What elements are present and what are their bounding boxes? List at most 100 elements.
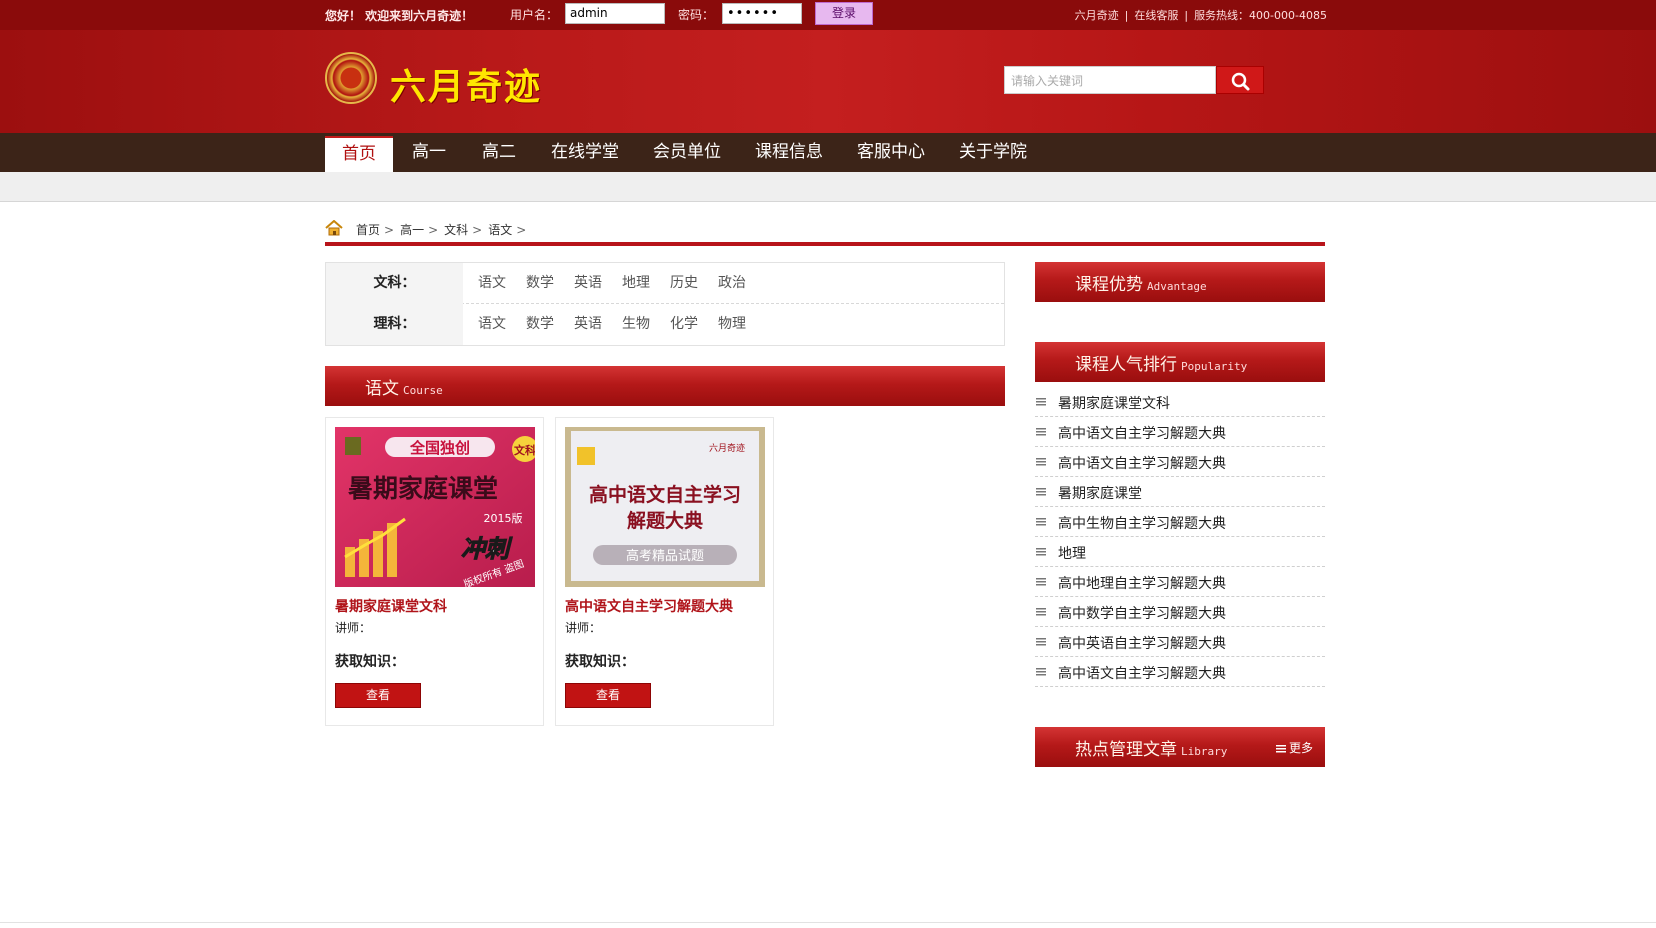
list-item[interactable]: 高中语文自主学习解题大典 (1035, 657, 1325, 687)
filter-option[interactable]: 语文 (478, 304, 506, 345)
breadcrumb-item[interactable]: 高一 (400, 223, 424, 237)
list-item[interactable]: 暑期家庭课堂文科 (1035, 387, 1325, 417)
filter-option[interactable]: 物理 (718, 304, 746, 345)
breadcrumb-item[interactable]: 文科 (444, 223, 468, 237)
login-button[interactable]: 登录 (815, 2, 873, 25)
breadcrumb-arrow: > (516, 223, 527, 237)
filter-option[interactable]: 语文 (478, 263, 506, 304)
list-item-label: 高中英语自主学习解题大典 (1058, 636, 1226, 652)
list-item[interactable]: 高中地理自主学习解题大典 (1035, 567, 1325, 597)
filter-option[interactable]: 数学 (526, 263, 554, 304)
nav-item-about[interactable]: 关于学院 (953, 136, 1033, 172)
filter-row-arts: 文科： 语文 数学 英语 地理 历史 政治 (326, 263, 1004, 304)
list-item-label: 地理 (1058, 546, 1086, 562)
list-icon (1036, 578, 1046, 586)
list-item[interactable]: 高中英语自主学习解题大典 (1035, 627, 1325, 657)
home-icon[interactable] (325, 220, 343, 236)
course-knowledge-label: 获取知识： (335, 654, 405, 670)
cover-top-text: 全国独创 (409, 439, 470, 457)
list-item-label: 高中语文自主学习解题大典 (1058, 456, 1226, 472)
separator: | (1124, 9, 1129, 22)
cover-brand-text: 六月奇迹 (709, 442, 745, 454)
advantage-title-cn: 课程优势 (1075, 275, 1143, 295)
filter-option[interactable]: 化学 (670, 304, 698, 345)
nav-item-home[interactable]: 首页 (325, 136, 393, 172)
library-title-en: Library (1181, 745, 1228, 758)
search-button[interactable] (1216, 66, 1264, 94)
course-cover-image[interactable]: 全国独创 文科 暑期家庭课堂 2015版 冲刺 版权所有 盗图 (335, 427, 535, 587)
password-label: 密码： (678, 8, 715, 22)
cover-main2-text: 解题大典 (627, 509, 703, 532)
breadcrumb-item[interactable]: 首页 (356, 223, 380, 237)
footer-divider (0, 922, 1656, 923)
course-section-header: 语文 Course (325, 366, 1005, 406)
list-icon (1036, 398, 1046, 406)
view-button[interactable]: 查看 (565, 683, 651, 708)
list-item[interactable]: 地理 (1035, 537, 1325, 567)
course-cover-image[interactable]: 六月奇迹 高中语文自主学习 解题大典 高考精品试题 (565, 427, 765, 587)
view-button[interactable]: 查看 (335, 683, 421, 708)
filter-option[interactable]: 英语 (574, 304, 602, 345)
cover-main-text: 暑期家庭课堂 (348, 474, 498, 503)
filter-option[interactable]: 政治 (718, 263, 746, 304)
nav-item-courses[interactable]: 课程信息 (749, 136, 829, 172)
course-title[interactable]: 高中语文自主学习解题大典 (565, 596, 733, 616)
cover-main1-text: 高中语文自主学习 (589, 483, 741, 506)
search-input[interactable]: 请输入关键词 (1004, 66, 1216, 94)
breadcrumb-items: 首页 > 高一 > 文科 > 语文 > (356, 221, 532, 238)
popularity-title: 课程人气排行 Popularity (1075, 350, 1247, 375)
list-item[interactable]: 暑期家庭课堂 (1035, 477, 1325, 507)
more-link[interactable]: 更多 (1275, 739, 1313, 756)
username-input[interactable]: admin (565, 3, 665, 24)
breadcrumb-item[interactable]: 语文 (488, 223, 512, 237)
course-knowledge-label: 获取知识： (565, 654, 635, 670)
course-card: 六月奇迹 高中语文自主学习 解题大典 高考精品试题 高中语文自主学习解题大典 讲… (555, 417, 774, 726)
popularity-header: 课程人气排行 Popularity (1035, 342, 1325, 382)
nav-item-grade2[interactable]: 高二 (470, 136, 528, 172)
list-icon (1036, 668, 1046, 676)
breadcrumb-arrow: > (428, 223, 439, 237)
list-item-label: 高中生物自主学习解题大典 (1058, 516, 1226, 532)
advantage-header: 课程优势 Advantage (1035, 262, 1325, 302)
course-teacher: 讲师： (565, 621, 602, 635)
list-item-label: 高中数学自主学习解题大典 (1058, 606, 1226, 622)
filter-option[interactable]: 生物 (622, 304, 650, 345)
library-title-cn: 热点管理文章 (1075, 740, 1177, 760)
course-title[interactable]: 暑期家庭课堂文科 (335, 596, 447, 616)
filter-head-science: 理科： (326, 304, 463, 345)
logo-text[interactable]: 六月奇迹 (390, 58, 542, 110)
password-input[interactable]: •••••• (722, 3, 802, 24)
nav-item-service[interactable]: 客服中心 (851, 136, 931, 172)
seal-logo-icon[interactable] (325, 52, 377, 104)
filter-row-science: 理科： 语文 数学 英语 生物 化学 物理 (326, 304, 1004, 345)
section-title: 语文 Course (365, 374, 443, 399)
list-item[interactable]: 高中语文自主学习解题大典 (1035, 417, 1325, 447)
list-item[interactable]: 高中生物自主学习解题大典 (1035, 507, 1325, 537)
nav-item-members[interactable]: 会员单位 (647, 136, 727, 172)
list-icon (1036, 458, 1046, 466)
nav-item-grade1[interactable]: 高一 (400, 136, 458, 172)
top-link-home[interactable]: 六月奇迹 (1075, 9, 1119, 22)
filter-option[interactable]: 英语 (574, 263, 602, 304)
list-icon (1036, 518, 1046, 526)
cover-year-text: 2015版 (484, 511, 523, 525)
filter-option[interactable]: 地理 (622, 263, 650, 304)
top-bar: 您好！ 欢迎来到六月奇迹！ 用户名： admin 密码： •••••• 登录 六… (0, 0, 1656, 30)
nav-item-online[interactable]: 在线学堂 (545, 136, 625, 172)
top-link-service[interactable]: 在线客服 (1134, 9, 1178, 22)
advantage-title: 课程优势 Advantage (1075, 270, 1207, 295)
list-item[interactable]: 高中数学自主学习解题大典 (1035, 597, 1325, 627)
cover-band-text: 高考精品试题 (626, 548, 704, 564)
list-icon (1036, 638, 1046, 646)
cover-art-1: 全国独创 文科 暑期家庭课堂 2015版 冲刺 版权所有 盗图 (335, 427, 535, 587)
list-item-label: 高中语文自主学习解题大典 (1058, 666, 1226, 682)
top-links: 六月奇迹 | 在线客服 | 服务热线：400-000-4085 (1075, 7, 1327, 23)
list-item[interactable]: 高中语文自主学习解题大典 (1035, 447, 1325, 477)
greeting-text: 您好！ 欢迎来到六月奇迹！ (325, 9, 474, 23)
cover-art-2: 六月奇迹 高中语文自主学习 解题大典 高考精品试题 (565, 427, 765, 587)
filter-option[interactable]: 历史 (670, 263, 698, 304)
username-label: 用户名： (510, 8, 559, 22)
popularity-list: 暑期家庭课堂文科 高中语文自主学习解题大典 高中语文自主学习解题大典 暑期家庭课… (1035, 387, 1325, 687)
list-item-label: 暑期家庭课堂 (1058, 486, 1142, 502)
filter-option[interactable]: 数学 (526, 304, 554, 345)
